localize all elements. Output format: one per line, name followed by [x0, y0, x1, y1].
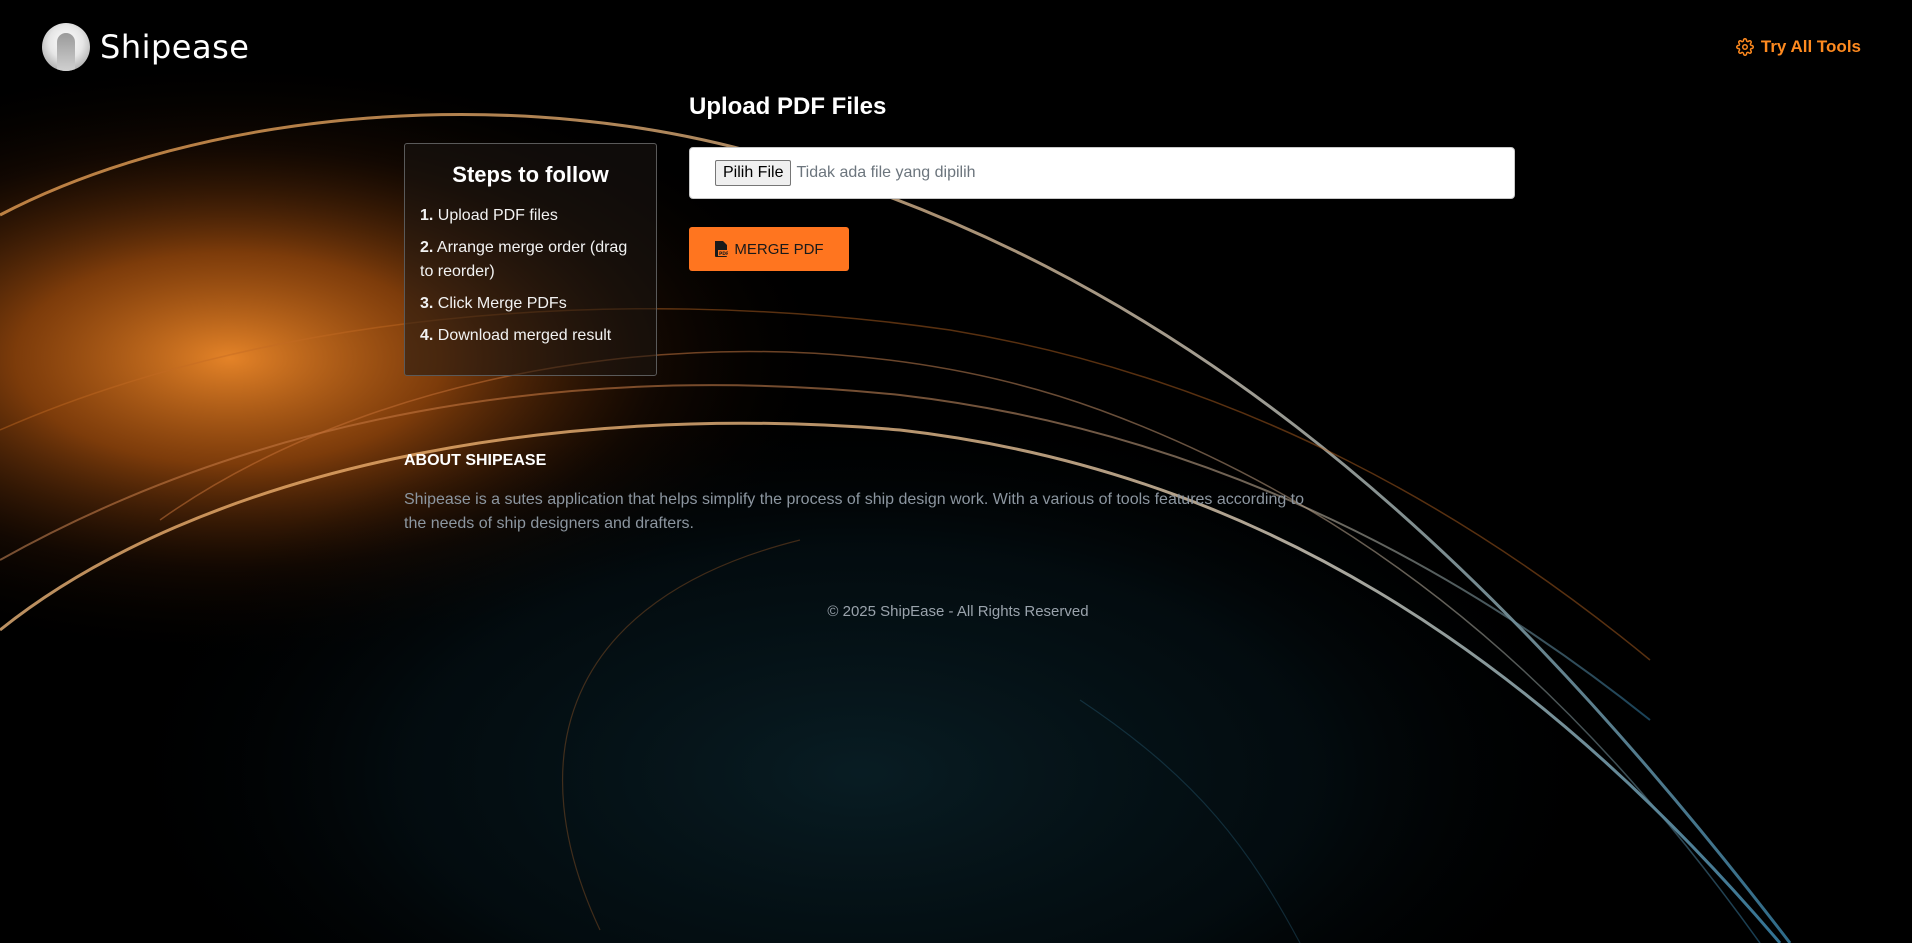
step-item: 3. Click Merge PDFs — [420, 292, 641, 316]
step-number: 4. — [420, 327, 434, 344]
step-text: Arrange merge order (drag to reorder) — [420, 239, 628, 280]
step-number: 2. — [420, 239, 434, 256]
brand-name: Shipease — [100, 28, 250, 66]
about-title: ABOUT SHIPEASE — [404, 452, 547, 469]
try-all-tools-link[interactable]: Try All Tools — [1735, 37, 1861, 57]
svg-text:PDF: PDF — [719, 251, 728, 257]
steps-list: 1. Upload PDF files 2. Arrange merge ord… — [420, 204, 641, 348]
step-text: Upload PDF files — [433, 207, 558, 224]
step-number: 3. — [420, 295, 434, 312]
gear-icon — [1735, 38, 1754, 56]
step-text: Download merged result — [433, 327, 612, 344]
step-item: 4. Download merged result — [420, 324, 641, 348]
step-number: 1. — [420, 207, 434, 224]
file-input[interactable]: Pilih File Tidak ada file yang dipilih — [689, 147, 1515, 199]
logo[interactable]: Shipease — [42, 23, 249, 71]
page: Shipease Try All Tools Steps to follow 1… — [0, 0, 1912, 943]
step-item: 1. Upload PDF files — [420, 204, 641, 228]
choose-file-button[interactable]: Pilih File — [715, 160, 792, 186]
merge-pdf-label: MERGE PDF — [734, 240, 824, 258]
file-status: Tidak ada file yang dipilih — [796, 164, 976, 181]
steps-title: Steps to follow — [452, 162, 609, 187]
about-text: Shipease is a sutes application that hel… — [404, 491, 1305, 532]
footer-copyright: © 2025 ShipEase - All Rights Reserved — [827, 603, 1089, 620]
try-all-tools-label: Try All Tools — [1760, 37, 1861, 56]
steps-card: Steps to follow 1. Upload PDF files 2. A… — [404, 143, 657, 376]
logo-avatar-icon — [42, 23, 90, 71]
upload-title: Upload PDF Files — [689, 93, 887, 120]
step-item: 2. Arrange merge order (drag to reorder) — [420, 236, 641, 284]
merge-pdf-button[interactable]: PDF MERGE PDF — [689, 227, 849, 271]
pdf-file-icon: PDF — [715, 241, 729, 257]
step-text: Click Merge PDFs — [433, 295, 567, 312]
